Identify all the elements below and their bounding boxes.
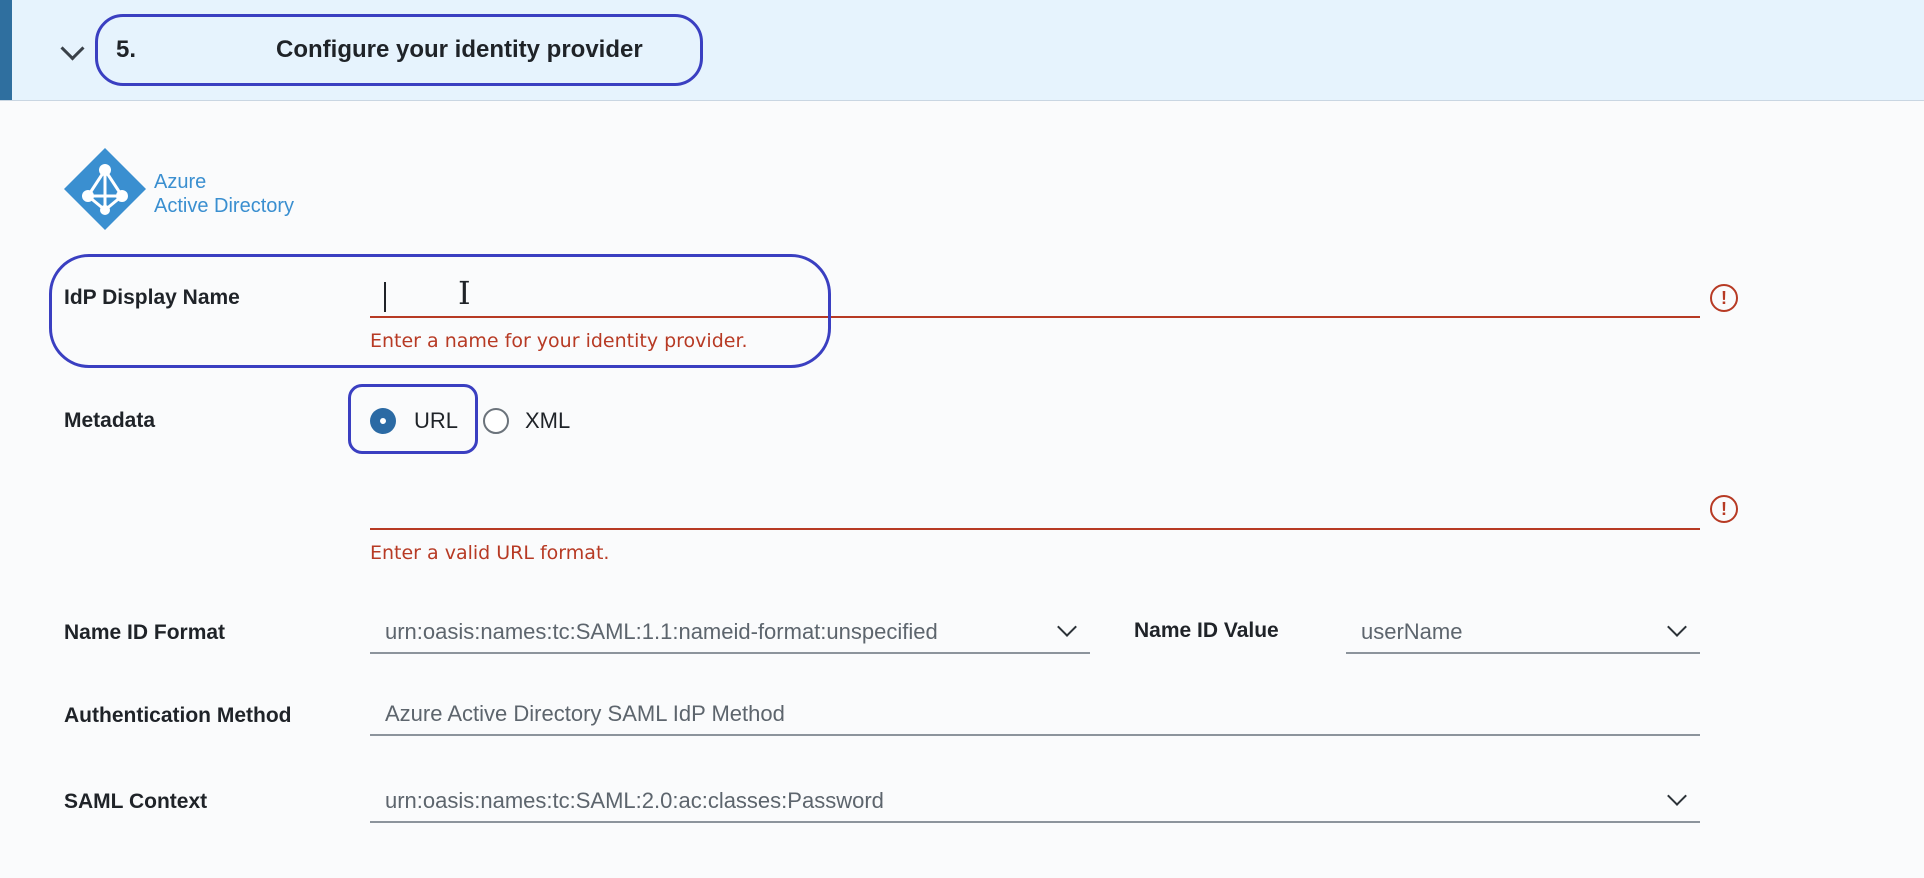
metadata-xml-radio[interactable]: [483, 408, 509, 434]
authentication-method-value: Azure Active Directory SAML IdP Method: [385, 701, 785, 726]
name-id-format-value: urn:oasis:names:tc:SAML:1.1:nameid-forma…: [385, 619, 938, 644]
annotation-step-title: [95, 14, 703, 86]
annotation-url-option: [348, 384, 478, 454]
error-icon: !: [1710, 495, 1738, 523]
authentication-method-label: Authentication Method: [64, 704, 292, 727]
name-id-value-value: userName: [1361, 619, 1463, 644]
azure-logo-text: Azure Active Directory: [154, 170, 294, 218]
error-icon: !: [1710, 284, 1738, 312]
metadata-url-error: Enter a valid URL format.: [370, 542, 610, 564]
metadata-url-underline: [370, 528, 1700, 530]
authentication-method-underline: [370, 734, 1700, 736]
saml-context-underline: [370, 821, 1700, 823]
name-id-value-underline: [1346, 652, 1700, 654]
name-id-value-select[interactable]: userName: [1346, 610, 1700, 652]
annotation-idp-display-name: [49, 254, 831, 368]
metadata-url-input[interactable]: [370, 482, 1700, 528]
saml-context-label: SAML Context: [64, 790, 208, 813]
logo-line-1: Azure: [154, 171, 207, 193]
saml-context-value: urn:oasis:names:tc:SAML:2.0:ac:classes:P…: [385, 788, 884, 813]
saml-context-select[interactable]: urn:oasis:names:tc:SAML:2.0:ac:classes:P…: [370, 779, 1700, 821]
step-accent-bar: [0, 0, 12, 100]
logo-line-2: Active Directory: [154, 195, 295, 217]
name-id-value-label: Name ID Value: [1134, 619, 1279, 642]
metadata-label: Metadata: [64, 409, 156, 432]
chevron-down-icon[interactable]: [1667, 617, 1687, 637]
metadata-xml-label[interactable]: XML: [525, 408, 570, 434]
name-id-format-select[interactable]: urn:oasis:names:tc:SAML:1.1:nameid-forma…: [370, 610, 1090, 652]
chevron-down-icon[interactable]: [1667, 786, 1687, 806]
chevron-down-icon[interactable]: [60, 36, 85, 61]
name-id-format-underline: [370, 652, 1090, 654]
authentication-method-input[interactable]: Azure Active Directory SAML IdP Method: [370, 692, 1700, 734]
azure-active-directory-logo: [64, 148, 146, 230]
chevron-down-icon[interactable]: [1057, 617, 1077, 637]
name-id-format-label: Name ID Format: [64, 621, 226, 644]
